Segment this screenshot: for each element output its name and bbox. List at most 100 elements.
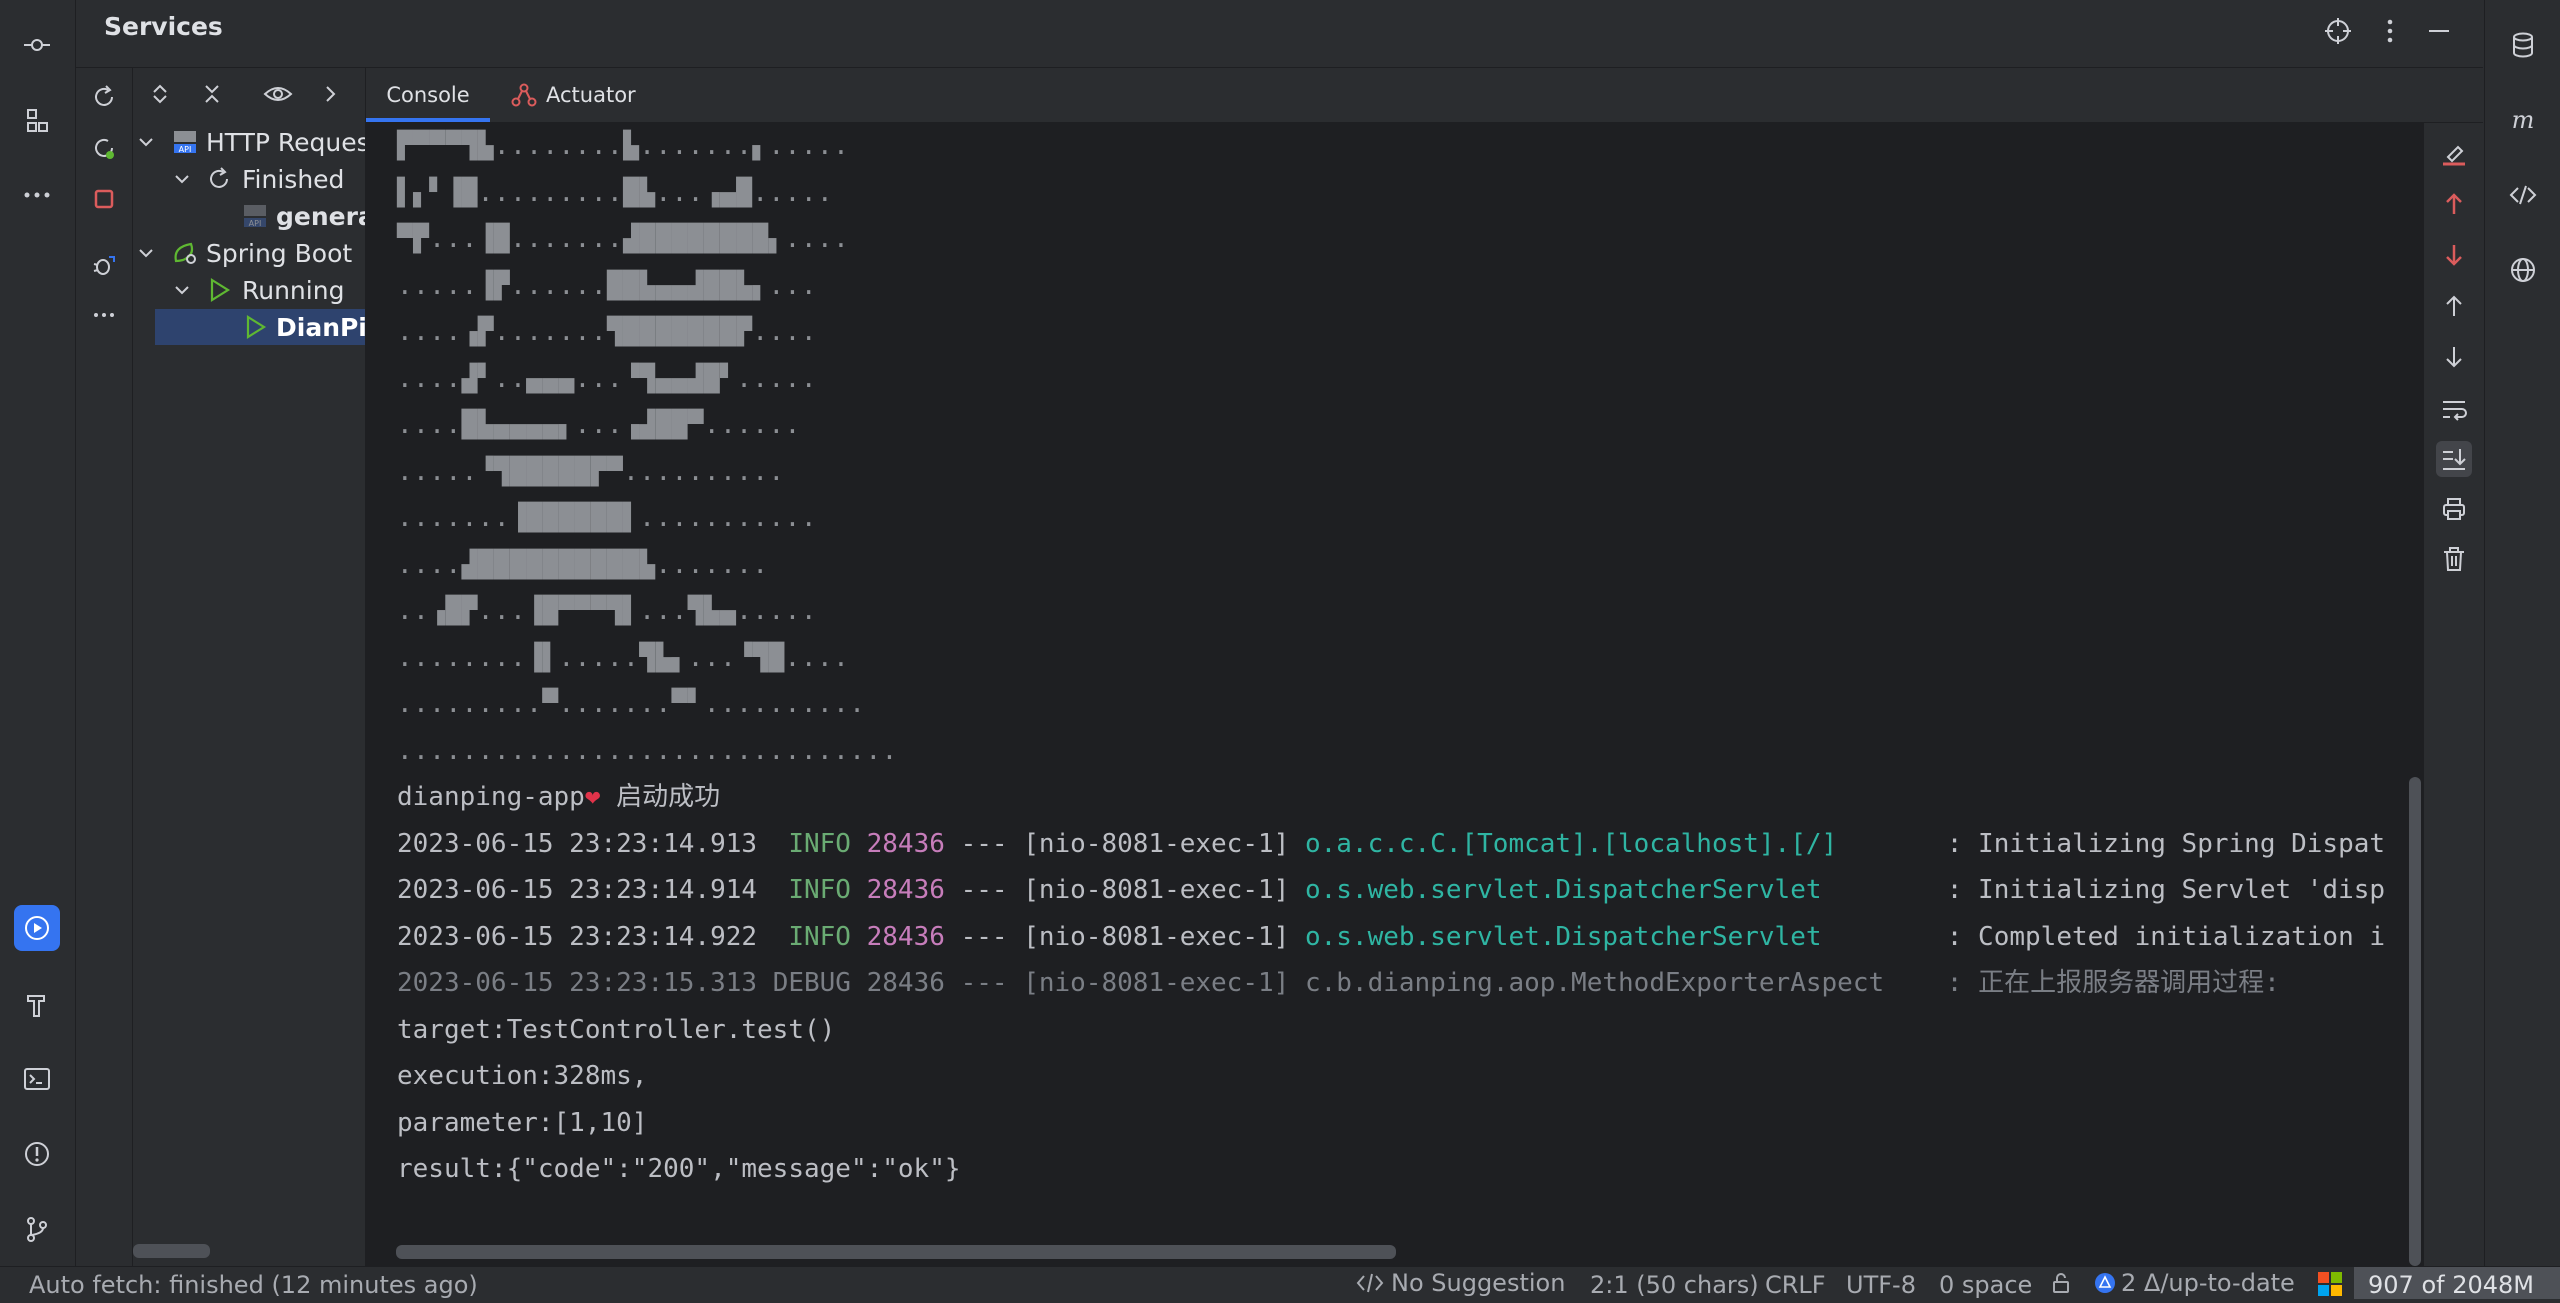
rerun-icon[interactable] (87, 80, 121, 114)
expand-all-icon[interactable] (143, 77, 177, 111)
banner-line: .........▀.......▀▘.......... (397, 689, 866, 719)
chevron-down-icon[interactable] (135, 131, 157, 153)
tree-node-spring-boot[interactable]: Spring Boot (133, 235, 365, 271)
chevron-right-icon[interactable] (313, 77, 347, 111)
options-menu-icon[interactable] (2373, 14, 2407, 48)
maven-icon[interactable]: m (2503, 100, 2543, 140)
caret-position[interactable]: 2:1 (50 chars) (1590, 1267, 1759, 1299)
file-encoding[interactable]: UTF-8 (1846, 1267, 1916, 1299)
memory-indicator[interactable]: 907 of 2048M (2354, 1267, 2560, 1299)
log-logger: c.b.dianping.aop.MethodExporterAspect (1304, 968, 1885, 998)
indent-setting[interactable]: 0 space (1939, 1267, 2032, 1299)
problems-icon[interactable] (14, 1131, 60, 1177)
previous-error-icon[interactable] (2436, 186, 2472, 222)
log-thread: [nio-8081-exec-1] (1023, 828, 1290, 859)
services-title: Services (104, 12, 223, 41)
console-text: ▛▀▀▀▜▙........▙.......▖..... ▌▖▘▐█......… (397, 123, 2385, 1193)
view-options-icon[interactable] (261, 77, 295, 111)
heart-icon: ❤ (584, 782, 601, 812)
log-logger: o.s.web.servlet.DispatcherServlet (1304, 921, 1822, 952)
console-horizontal-scrollbar[interactable] (396, 1245, 1396, 1259)
auto-fetch-status[interactable]: Auto fetch: finished (12 minutes ago) (29, 1267, 478, 1299)
scroll-to-end-icon[interactable] (2436, 441, 2472, 477)
tree-node-running[interactable]: Running (133, 272, 365, 308)
minimize-icon[interactable] (2422, 14, 2456, 48)
print-icon[interactable] (2436, 491, 2472, 527)
log-line: 2023-06-15 23:23:14.913 INFO 28436 --- [… (397, 821, 2385, 868)
left-tool-strip (0, 0, 76, 1266)
scroll-up-icon[interactable] (2436, 288, 2472, 324)
banner-line: ........▐▌.....▜▙▖...▝▜█.... (397, 642, 850, 673)
tab-console[interactable]: Console (366, 68, 490, 122)
clear-all-trash-icon[interactable] (2436, 541, 2472, 577)
locate-icon[interactable] (2321, 14, 2355, 48)
log-logger: o.s.web.servlet.DispatcherServlet (1304, 875, 1822, 905)
database-icon[interactable] (2503, 25, 2543, 65)
spring-boot-icon (174, 242, 196, 264)
tree-toolbar (133, 68, 365, 120)
detail-line: result:{"code":"200","message":"ok"} (397, 1154, 961, 1184)
banner-line: .....▝▜█████▛▀.......... (397, 456, 785, 487)
chevron-down-icon[interactable] (135, 242, 157, 264)
line-separator[interactable]: CRLF (1765, 1267, 1826, 1299)
soft-wrap-icon[interactable] (2436, 391, 2472, 427)
console-output[interactable]: ▛▀▀▀▜▙........▙.......▖..... ▌▖▘▐█......… (366, 123, 2406, 1266)
log-pid: 28436 (866, 968, 945, 998)
chevron-down-icon[interactable] (171, 279, 193, 301)
tree-node-dianping-application[interactable]: DianPingApplication (155, 309, 365, 345)
tree-node-finished[interactable]: Finished (133, 161, 365, 197)
console-vertical-scrollbar[interactable] (2405, 123, 2423, 1266)
app-name: dianping-app (397, 782, 585, 812)
build-hammer-icon[interactable] (14, 982, 60, 1028)
rerun-debug-icon[interactable] (87, 131, 121, 165)
tree-scrollbar[interactable] (133, 1244, 210, 1258)
log-pid: 28436 (866, 921, 945, 952)
debug-attach-icon[interactable] (87, 248, 121, 282)
log-message: : 正在上报服务器调用过程: (1946, 968, 2280, 998)
log-separator: --- (960, 828, 1008, 859)
log-separator: --- (960, 921, 1008, 952)
services-tool-icon[interactable] (14, 905, 60, 951)
more-tools-icon[interactable] (14, 172, 60, 218)
tree-node-http-request[interactable]: API HTTP Request (133, 124, 365, 160)
status-bar: Auto fetch: finished (12 minutes ago) No… (0, 1266, 2560, 1299)
stop-icon[interactable] (87, 182, 121, 216)
detail-line: parameter:[1,10] (397, 1107, 648, 1138)
app-started-message: 启动成功 (616, 782, 721, 812)
tree-node-label: HTTP Request (206, 127, 366, 157)
log-line: 2023-06-15 23:23:14.922 INFO 28436 --- [… (397, 914, 2385, 961)
scrollbar-thumb[interactable] (2409, 777, 2421, 1266)
tree-node-generated-requests[interactable]: API generated-requests (133, 198, 365, 234)
chevron-down-icon[interactable] (171, 168, 193, 190)
structure-icon[interactable] (14, 98, 60, 144)
tab-label: Console (386, 83, 470, 107)
clear-highlight-icon[interactable] (2436, 135, 2472, 171)
svg-text:API: API (179, 145, 192, 154)
log-logger: o.a.c.c.C.[Tomcat].[localhost].[/] (1304, 828, 1838, 859)
api-icon: API (244, 205, 266, 228)
detail-line: execution:328ms, (397, 1061, 648, 1091)
suggestion-widget[interactable]: No Suggestion (1355, 1267, 1565, 1299)
tab-label: Actuator (546, 83, 636, 107)
run-icon (210, 278, 231, 302)
next-error-icon[interactable] (2436, 237, 2472, 273)
collapse-all-icon[interactable] (195, 77, 229, 111)
scroll-down-icon[interactable] (2436, 339, 2472, 375)
tab-actuator[interactable]: Actuator (510, 68, 640, 122)
log-line: 2023-06-15 23:23:14.914 INFO 28436 --- [… (397, 867, 2385, 914)
services-header: Services (76, 0, 2483, 68)
vcs-status[interactable]: 2 Δ/up-to-date (2093, 1267, 2295, 1299)
commit-icon[interactable] (14, 22, 60, 68)
detail-line: target:TestController.test() (397, 1014, 836, 1045)
svg-text:m: m (2512, 106, 2535, 134)
lock-icon[interactable] (2049, 1271, 2073, 1295)
code-endpoints-icon[interactable] (2503, 175, 2543, 215)
log-level: DEBUG (772, 968, 851, 998)
globe-icon[interactable] (2503, 250, 2543, 290)
git-branch-icon[interactable] (14, 1206, 60, 1252)
terminal-icon[interactable] (14, 1056, 60, 1102)
banner-line: ....▟▘..▄▄▄...▝▜▄▄▟█▘..... (397, 363, 817, 394)
log-message: : Completed initialization i (1946, 921, 2386, 952)
tree-node-label: generated-requests (276, 201, 365, 231)
more-actions-icon[interactable] (87, 298, 121, 332)
